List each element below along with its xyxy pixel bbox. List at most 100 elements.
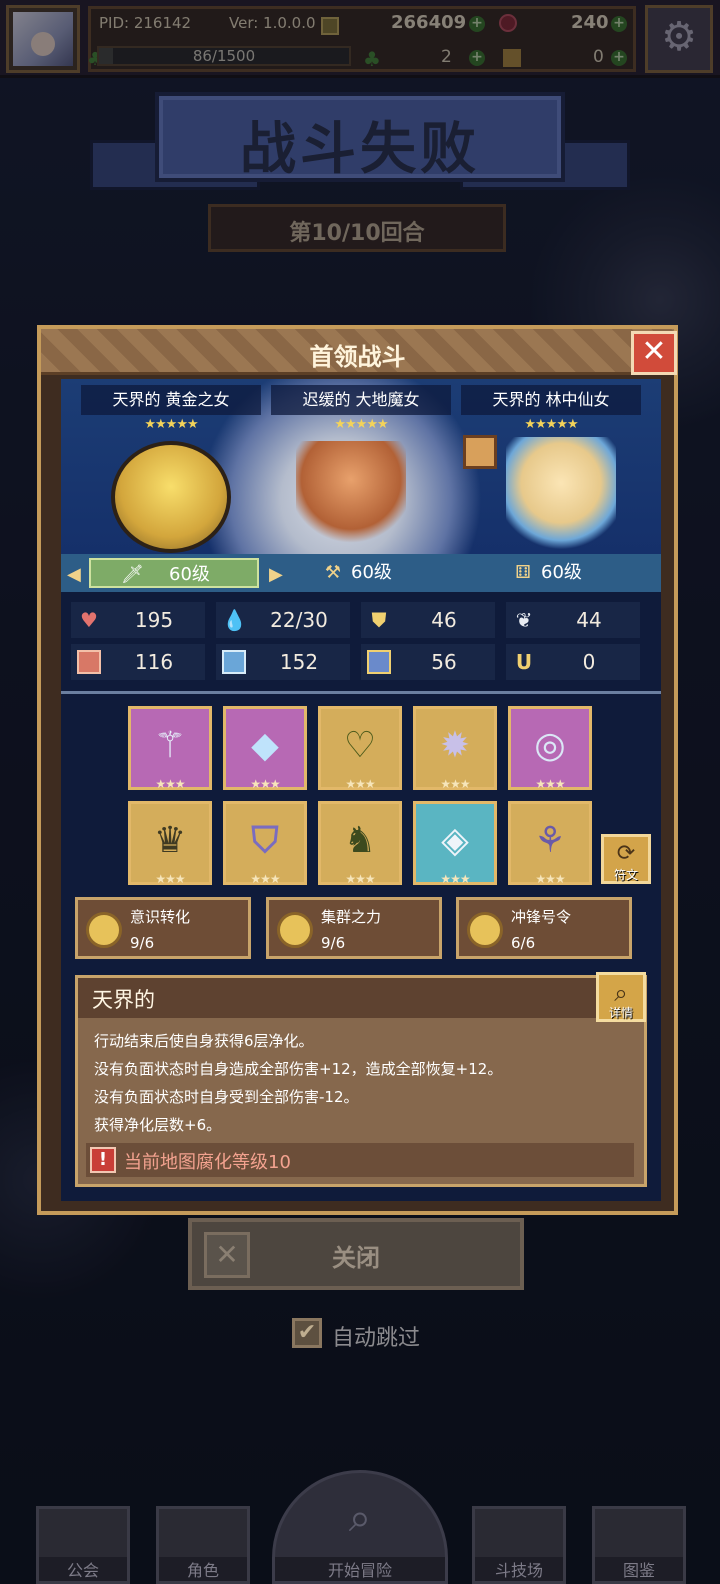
stat-luck-value: 0 bbox=[582, 650, 596, 674]
horseshoe-icon: U bbox=[515, 650, 533, 674]
nav-codex[interactable]: 图鉴 bbox=[592, 1506, 686, 1584]
equip-slot-chestplate[interactable]: ⛉ ★★★ bbox=[223, 801, 307, 886]
arrow-left-icon[interactable]: ◀ bbox=[67, 560, 81, 590]
synergy-1[interactable]: 意识转化 9/6 bbox=[75, 897, 251, 959]
armor-icon bbox=[367, 650, 391, 674]
hero-name-3: 天界的 林中仙女 bbox=[461, 385, 641, 415]
hero-level-3[interactable]: ⚅ 60级 bbox=[513, 558, 663, 588]
boots-icon: ⚘ bbox=[533, 820, 567, 861]
hero-name-2: 迟缓的 大地魔女 bbox=[271, 385, 451, 415]
shield-icon: ⛊ bbox=[371, 608, 387, 632]
hero-level-2-text: 60级 bbox=[351, 562, 392, 583]
hero-level-1-text: 60级 bbox=[169, 564, 210, 585]
equip-slot-gear-gem[interactable]: ✹ ★★★ bbox=[413, 706, 497, 791]
detail-button[interactable]: ⌕ 详情 bbox=[596, 972, 646, 1022]
synergy-2[interactable]: 集群之力 9/6 bbox=[266, 897, 442, 959]
equip-slot-diamond[interactable]: ◆ ★★★ bbox=[223, 706, 307, 791]
crown-icon bbox=[277, 912, 313, 948]
equip-slot-amulet[interactable]: ♡ ★★★ bbox=[318, 706, 402, 791]
hero-stars-1: ★★★★★ bbox=[144, 417, 198, 432]
hero-level-1[interactable]: ◀ 🗡 60级 ▶ bbox=[67, 558, 283, 588]
hero-portrait-3[interactable] bbox=[506, 437, 616, 552]
mana-drop-icon: 💧 bbox=[222, 608, 247, 632]
equip-stars: ★★★ bbox=[345, 777, 375, 791]
trait-header: 天界的 bbox=[78, 978, 644, 1018]
rune-button[interactable]: ⟳ 符文 bbox=[601, 834, 651, 884]
corruption-warning: ! 当前地图腐化等级10 bbox=[86, 1143, 634, 1177]
equip-slot-boots[interactable]: ⚘ ★★★ bbox=[508, 801, 592, 886]
synergy-2-count: 9/6 bbox=[321, 934, 346, 952]
dialog-title: 首领战斗 bbox=[309, 343, 406, 371]
equip-stars: ★★★ bbox=[250, 777, 280, 791]
bag-icon[interactable] bbox=[463, 435, 497, 469]
corruption-warning-text: 当前地图腐化等级10 bbox=[124, 1152, 291, 1173]
nav-start-adventure[interactable]: ⌕ 开始冒险 bbox=[272, 1470, 448, 1584]
ring-icon: ◎ bbox=[534, 725, 566, 766]
trait-line-2: 没有负面状态时自身造成全部伤害+12，造成全部恢复+12。 bbox=[94, 1060, 503, 1078]
hero-showcase: 天界的 黄金之女 迟缓的 大地魔女 天界的 林中仙女 ★★★★★ ★★★★★ ★… bbox=[61, 379, 661, 554]
hero-level-3-text: 60级 bbox=[541, 562, 582, 583]
equip-slot-crystal-ring[interactable]: ◈ ★★★ bbox=[413, 801, 497, 886]
hero-level-2[interactable]: ⚒ 60级 bbox=[323, 558, 473, 588]
helmet-icon: ♛ bbox=[153, 820, 187, 861]
swap-icon: ⟳ bbox=[616, 841, 636, 866]
amulet-icon: ♡ bbox=[343, 725, 377, 766]
diamond-icon: ◆ bbox=[251, 725, 279, 766]
bottom-navigation: 公会 角色 ⌕ 开始冒险 斗技场 图鉴 bbox=[0, 1470, 720, 1584]
equip-stars: ★★★ bbox=[155, 777, 185, 791]
close-button[interactable]: ✕ 关闭 bbox=[188, 1218, 524, 1290]
staff-icon: ⚚ bbox=[153, 725, 187, 766]
stat-hp-value: 195 bbox=[134, 608, 174, 632]
synergy-1-count: 9/6 bbox=[130, 934, 155, 952]
nav-codex-label: 图鉴 bbox=[595, 1557, 683, 1581]
auto-skip-label: 自动跳过 bbox=[332, 1326, 421, 1351]
synergy-3[interactable]: 冲锋号令 6/6 bbox=[456, 897, 632, 959]
equip-stars: ★★★ bbox=[155, 872, 185, 886]
synergy-2-name: 集群之力 bbox=[321, 908, 382, 926]
magnifier-icon: ⌕ bbox=[614, 979, 628, 1007]
staff-class-icon: ⚒ bbox=[324, 562, 342, 583]
synergy-1-name: 意识转化 bbox=[130, 908, 191, 926]
equip-stars: ★★★ bbox=[440, 872, 470, 886]
nav-character[interactable]: 角色 bbox=[156, 1506, 250, 1584]
magnifier-icon: ⌕ bbox=[348, 1495, 372, 1541]
rune-label: 符文 bbox=[613, 868, 638, 882]
close-icon[interactable]: ✕ bbox=[631, 331, 677, 375]
equip-stars: ★★★ bbox=[345, 872, 375, 886]
stat-defense: ⛊ 46 bbox=[361, 602, 495, 638]
arrow-right-icon[interactable]: ▶ bbox=[269, 560, 283, 590]
fist-icon bbox=[77, 650, 101, 674]
trait-line-3: 没有负面状态时自身受到全部伤害-12。 bbox=[94, 1088, 359, 1106]
trait-title: 天界的 bbox=[92, 988, 155, 1012]
stat-speed: ❦ 44 bbox=[506, 602, 640, 638]
sword-icon: 🗡 bbox=[121, 564, 144, 585]
book-icon bbox=[222, 650, 246, 674]
equip-stars: ★★★ bbox=[440, 777, 470, 791]
equip-slot-staff[interactable]: ⚚ ★★★ bbox=[128, 706, 212, 791]
equip-slot-ring[interactable]: ◎ ★★★ bbox=[508, 706, 592, 791]
hero-portrait-2[interactable] bbox=[296, 441, 406, 551]
equip-stars: ★★★ bbox=[250, 872, 280, 886]
warning-icon: ! bbox=[90, 1147, 116, 1173]
nav-arena[interactable]: 斗技场 bbox=[472, 1506, 566, 1584]
dice-class-icon: ⚅ bbox=[515, 562, 531, 583]
trait-line-1: 行动结束后使自身获得6层净化。 bbox=[94, 1032, 314, 1050]
stat-hp: ♥ 195 bbox=[71, 602, 205, 638]
crown-icon bbox=[467, 912, 503, 948]
stat-magic-value: 152 bbox=[279, 650, 319, 674]
nav-character-label: 角色 bbox=[159, 1557, 247, 1581]
stat-luck: U 0 bbox=[506, 644, 640, 680]
detail-label: 详情 bbox=[608, 1006, 633, 1020]
dialog-header: 首领战斗 bbox=[41, 329, 674, 375]
nav-guild-label: 公会 bbox=[39, 1557, 127, 1581]
trait-line-4: 获得净化层数+6。 bbox=[94, 1116, 222, 1134]
hero-level-strip: ◀ 🗡 60级 ▶ ⚒ 60级 ⚅ 60级 bbox=[61, 554, 661, 592]
equip-slot-helmet[interactable]: ♛ ★★★ bbox=[128, 801, 212, 886]
nav-guild[interactable]: 公会 bbox=[36, 1506, 130, 1584]
stat-armor-value: 56 bbox=[431, 650, 457, 674]
hero-stars-3: ★★★★★ bbox=[524, 417, 578, 432]
stat-attack: 116 bbox=[71, 644, 205, 680]
auto-skip-checkbox[interactable]: ✔ bbox=[292, 1318, 322, 1348]
equip-slot-mask[interactable]: ♞ ★★★ bbox=[318, 801, 402, 886]
hero-portrait-1[interactable] bbox=[111, 441, 231, 553]
